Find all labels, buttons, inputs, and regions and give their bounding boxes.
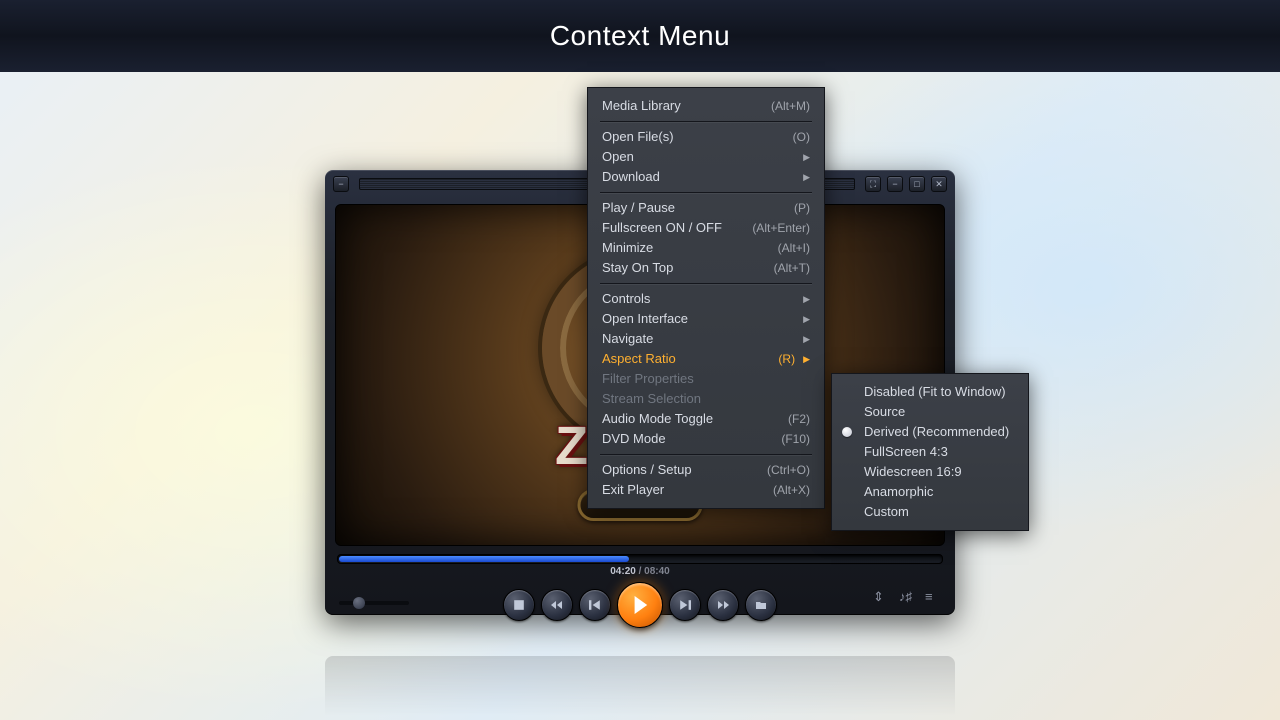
menu-item-label: Open Interface xyxy=(602,312,795,326)
menu-item-shortcut: (Alt+T) xyxy=(774,261,810,275)
page-header: Context Menu xyxy=(0,0,1280,72)
menu-item-shortcut: (O) xyxy=(793,130,810,144)
titlebar-close-button[interactable]: ✕ xyxy=(931,176,947,192)
titlebar-maximize-button[interactable]: □ xyxy=(909,176,925,192)
menu-item-exit-player[interactable]: Exit Player(Alt+X) xyxy=(588,480,824,500)
menu-item-label: Exit Player xyxy=(602,483,773,497)
menu-item-stay-on-top[interactable]: Stay On Top(Alt+T) xyxy=(588,258,824,278)
submenu-item-label: FullScreen 4:3 xyxy=(864,445,1014,459)
menu-separator xyxy=(600,121,812,122)
radio-selected-icon xyxy=(842,427,852,437)
menu-item-label: Minimize xyxy=(602,241,778,255)
submenu-item-fullscreen-4-3[interactable]: FullScreen 4:3 xyxy=(832,442,1028,462)
menu-item-download[interactable]: Download ▶ xyxy=(588,167,824,187)
titlebar-minimize-button[interactable]: − xyxy=(887,176,903,192)
volume-knob[interactable] xyxy=(353,597,365,609)
menu-item-label: Download xyxy=(602,170,795,184)
submenu-item-disabled-fit-to-window[interactable]: Disabled (Fit to Window) xyxy=(832,382,1028,402)
menu-item-options-setup[interactable]: Options / Setup(Ctrl+O) xyxy=(588,460,824,480)
menu-item-filter-properties: Filter Properties xyxy=(588,369,824,389)
menu-item-audio-mode-toggle[interactable]: Audio Mode Toggle(F2) xyxy=(588,409,824,429)
submenu-item-widescreen-16-9[interactable]: Widescreen 16:9 xyxy=(832,462,1028,482)
menu-item-label: Play / Pause xyxy=(602,201,794,215)
submenu-item-label: Derived (Recommended) xyxy=(864,425,1014,439)
menu-item-navigate[interactable]: Navigate ▶ xyxy=(588,329,824,349)
menu-item-controls[interactable]: Controls ▶ xyxy=(588,289,824,309)
volume-control[interactable] xyxy=(339,601,409,605)
menu-item-label: Open File(s) xyxy=(602,130,793,144)
menu-item-label: Stay On Top xyxy=(602,261,774,275)
menu-separator xyxy=(600,192,812,193)
submenu-item-label: Disabled (Fit to Window) xyxy=(864,385,1014,399)
submenu-item-label: Widescreen 16:9 xyxy=(864,465,1014,479)
menu-item-shortcut: (Alt+I) xyxy=(778,241,810,255)
submenu-arrow-icon: ▶ xyxy=(803,150,810,164)
menu-item-shortcut: (F10) xyxy=(781,432,810,446)
dock-icon[interactable]: ⇕ xyxy=(873,589,889,605)
titlebar-fullscreen-button[interactable]: ⛶ xyxy=(865,176,881,192)
equalizer-icon[interactable]: ♪♯ xyxy=(899,589,915,605)
menu-item-label: Navigate xyxy=(602,332,795,346)
menu-item-shortcut: (Alt+Enter) xyxy=(752,221,810,235)
time-current: 04:20 xyxy=(610,566,636,577)
menu-item-label: Fullscreen ON / OFF xyxy=(602,221,752,235)
menu-item-stream-selection: Stream Selection xyxy=(588,389,824,409)
time-total: 08:40 xyxy=(644,566,670,577)
seek-progress xyxy=(339,556,629,562)
menu-item-dvd-mode[interactable]: DVD Mode(F10) xyxy=(588,429,824,449)
submenu-item-label: Source xyxy=(864,405,1014,419)
submenu-arrow-icon: ▶ xyxy=(803,312,810,326)
menu-separator xyxy=(600,283,812,284)
menu-item-shortcut: (R) xyxy=(778,352,795,366)
volume-slider[interactable] xyxy=(339,601,409,605)
menu-item-shortcut: (Ctrl+O) xyxy=(767,463,810,477)
submenu-item-custom[interactable]: Custom xyxy=(832,502,1028,522)
menu-item-shortcut: (Alt+M) xyxy=(771,99,810,113)
menu-item-play-pause[interactable]: Play / Pause(P) xyxy=(588,198,824,218)
menu-item-open-file-s[interactable]: Open File(s)(O) xyxy=(588,127,824,147)
menu-item-minimize[interactable]: Minimize(Alt+I) xyxy=(588,238,824,258)
menu-item-label: Controls xyxy=(602,292,795,306)
menu-item-aspect-ratio[interactable]: Aspect Ratio(R) ▶ xyxy=(588,349,824,369)
menu-item-label: Media Library xyxy=(602,99,771,113)
time-display: 04:20 / 08:40 xyxy=(325,566,955,577)
playlist-icon[interactable]: ≡ xyxy=(925,589,941,605)
submenu-arrow-icon: ▶ xyxy=(803,292,810,306)
submenu-item-derived-recommended[interactable]: Derived (Recommended) xyxy=(832,422,1028,442)
menu-item-fullscreen-on-off[interactable]: Fullscreen ON / OFF(Alt+Enter) xyxy=(588,218,824,238)
submenu-item-source[interactable]: Source xyxy=(832,402,1028,422)
submenu-arrow-icon: ▶ xyxy=(803,170,810,184)
submenu-arrow-icon: ▶ xyxy=(803,352,810,366)
context-menu: Media Library(Alt+M) Open File(s)(O) Open ▶… xyxy=(587,87,825,509)
menu-item-label: Stream Selection xyxy=(602,392,810,406)
titlebar-minimize-left[interactable]: − xyxy=(333,176,349,192)
menu-item-shortcut: (P) xyxy=(794,201,810,215)
submenu-item-label: Custom xyxy=(864,505,1014,519)
menu-item-open-interface[interactable]: Open Interface ▶ xyxy=(588,309,824,329)
submenu-arrow-icon: ▶ xyxy=(803,332,810,346)
menu-item-label: Open xyxy=(602,150,795,164)
menu-item-media-library[interactable]: Media Library(Alt+M) xyxy=(588,96,824,116)
menu-item-label: Filter Properties xyxy=(602,372,810,386)
menu-item-label: Options / Setup xyxy=(602,463,767,477)
menu-item-shortcut: (Alt+X) xyxy=(773,483,810,497)
player-reflection xyxy=(325,616,955,716)
submenu-item-label: Anamorphic xyxy=(864,485,1014,499)
menu-item-shortcut: (F2) xyxy=(788,412,810,426)
menu-item-label: Aspect Ratio xyxy=(602,352,778,366)
submenu-item-anamorphic[interactable]: Anamorphic xyxy=(832,482,1028,502)
menu-item-open[interactable]: Open ▶ xyxy=(588,147,824,167)
menu-item-label: Audio Mode Toggle xyxy=(602,412,788,426)
aspect-ratio-submenu: Disabled (Fit to Window) Source Derived (R… xyxy=(831,373,1029,531)
menu-item-label: DVD Mode xyxy=(602,432,781,446)
menu-separator xyxy=(600,454,812,455)
seek-bar[interactable] xyxy=(337,554,943,564)
page-title: Context Menu xyxy=(550,20,730,52)
